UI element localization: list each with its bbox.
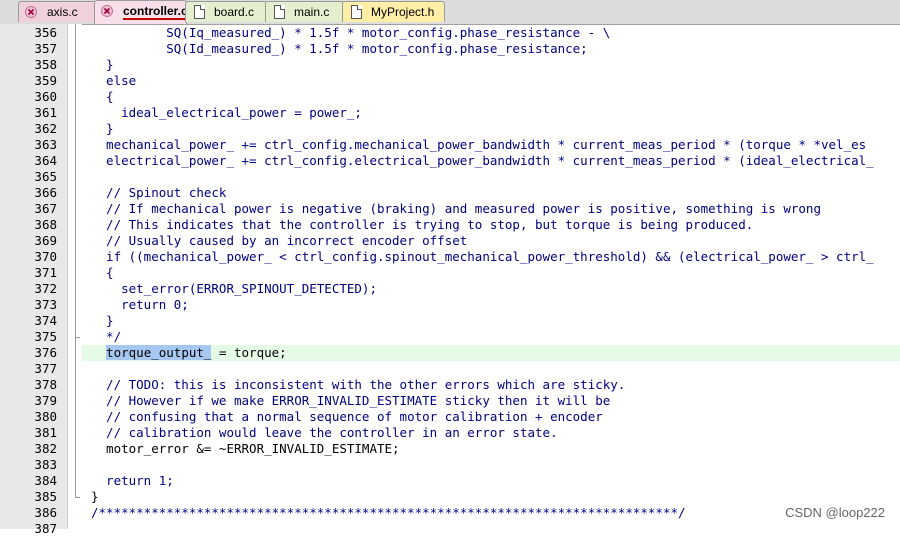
code-text: = torque; (211, 345, 287, 360)
line-number: 356 (34, 25, 57, 40)
tab-board-c[interactable]: board.c (185, 1, 267, 22)
code-line[interactable]: SQ(Iq_measured_) * 1.5f * motor_config.p… (91, 25, 610, 41)
tab-main-c[interactable]: main.c (265, 1, 344, 22)
line-number: 371 (34, 265, 57, 280)
code-line[interactable]: */ (91, 329, 121, 345)
code-line[interactable]: // confusing that a normal sequence of m… (91, 409, 603, 425)
code-line[interactable]: { (91, 89, 114, 105)
line-number: 375 (34, 329, 57, 344)
line-number: 378 (34, 377, 57, 392)
code-line[interactable]: mechanical_power_ += ctrl_config.mechani… (91, 137, 866, 153)
code-line[interactable]: SQ(Id_measured_) * 1.5f * motor_config.p… (91, 41, 587, 57)
line-number: 374 (34, 313, 57, 328)
code-line[interactable]: return 0; (91, 297, 189, 313)
line-number: 386 (34, 505, 57, 520)
line-number: 377 (34, 361, 57, 376)
line-number: 359 (34, 73, 57, 88)
file-icon (194, 5, 205, 19)
tab-axis-c[interactable]: axis.c (18, 1, 96, 22)
line-number: 373 (34, 297, 57, 312)
code-line[interactable]: } (91, 313, 114, 329)
code-line[interactable]: // Spinout check (91, 185, 226, 201)
line-number: 368 (34, 217, 57, 232)
line-number: 387 (34, 521, 57, 536)
tab-label: board.c (214, 5, 255, 19)
line-number: 376 (34, 345, 57, 360)
line-number: 366 (34, 185, 57, 200)
tab-controller-c[interactable]: controller.c (94, 0, 188, 24)
line-number: 384 (34, 473, 57, 488)
code-line[interactable]: } (91, 121, 114, 137)
tab-bar: axis.c controller.c board.c main.c MyProject… (0, 0, 900, 25)
watermark: CSDN @loop222 (785, 505, 885, 520)
line-number: 365 (34, 169, 57, 184)
tab-myproject-h[interactable]: MyProject.h (342, 1, 445, 22)
code-line[interactable]: // If mechanical power is negative (brak… (91, 201, 821, 217)
code-line[interactable]: // calibration would leave the controlle… (91, 425, 558, 441)
code-line[interactable]: electrical_power_ += ctrl_config.electri… (91, 153, 874, 169)
line-number: 361 (34, 105, 57, 120)
line-number: 383 (34, 457, 57, 472)
fold-end-marker (75, 497, 80, 498)
line-number: 363 (34, 137, 57, 152)
tab-label: main.c (294, 5, 330, 19)
line-number: 362 (34, 121, 57, 136)
tab-label: axis.c (47, 5, 78, 19)
code-line[interactable]: // TODO: this is inconsistent with the o… (91, 377, 625, 393)
code-line[interactable]: // However if we make ERROR_INVALID_ESTI… (91, 393, 610, 409)
code-line[interactable]: } (91, 489, 99, 505)
selected-text[interactable]: torque_output_ (106, 345, 212, 360)
line-number: 360 (34, 89, 57, 104)
line-number: 370 (34, 249, 57, 264)
file-icon (274, 5, 285, 19)
line-number: 358 (34, 57, 57, 72)
line-number: 357 (34, 41, 57, 56)
tab-label: MyProject.h (371, 5, 435, 19)
code-line[interactable]: { (91, 265, 114, 281)
code-line[interactable]: /***************************************… (91, 505, 686, 521)
code-line[interactable]: return 1; (91, 473, 174, 489)
line-number: 367 (34, 201, 57, 216)
code-line[interactable]: // Usually caused by an incorrect encode… (91, 233, 467, 249)
code-line[interactable]: ideal_electrical_power = power_; (91, 105, 362, 121)
tab-label: controller.c (123, 4, 188, 20)
line-number: 369 (34, 233, 57, 248)
code-line[interactable]: if ((mechanical_power_ < ctrl_config.spi… (91, 249, 874, 265)
code-line[interactable]: else (91, 73, 136, 89)
close-icon[interactable] (101, 5, 113, 17)
line-number: 382 (34, 441, 57, 456)
code-line[interactable]: } (91, 57, 114, 73)
line-number: 380 (34, 409, 57, 424)
code-line[interactable]: set_error(ERROR_SPINOUT_DETECTED); (91, 281, 377, 297)
line-number: 379 (34, 393, 57, 408)
file-icon (351, 5, 362, 19)
code-line[interactable]: torque_output_ = torque; (91, 345, 287, 361)
line-number: 364 (34, 153, 57, 168)
line-number: 372 (34, 281, 57, 296)
code-line[interactable]: motor_error &= ~ERROR_INVALID_ESTIMATE; (91, 441, 400, 457)
line-number: 385 (34, 489, 57, 504)
code-line[interactable]: // This indicates that the controller is… (91, 217, 753, 233)
fold-line (75, 24, 76, 497)
line-number: 381 (34, 425, 57, 440)
close-icon[interactable] (25, 6, 37, 18)
fold-end-marker (75, 337, 80, 338)
